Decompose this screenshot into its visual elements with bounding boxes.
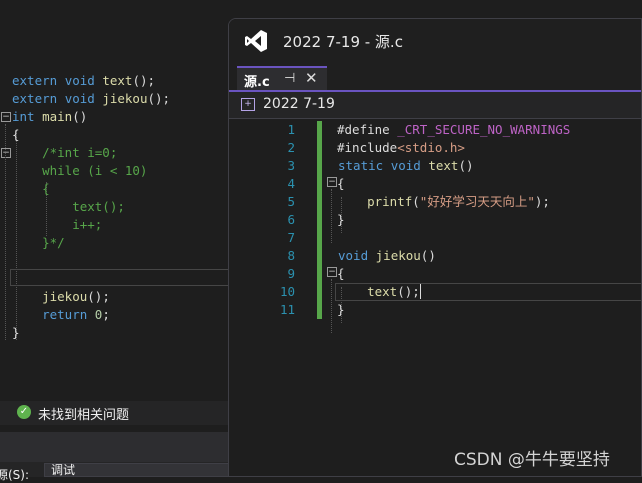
line-number: 1 <box>287 122 295 137</box>
tab-label: 源.c <box>244 75 270 90</box>
line-number: 8 <box>287 248 295 263</box>
pin-icon[interactable]: ⊣ <box>284 71 295 86</box>
output-source-label: 源(S): <box>0 468 30 482</box>
check-circle-icon: ✓ <box>17 405 31 419</box>
floating-editor-window[interactable]: 2022 7-19 - 源.c 源.c ⊣ ✕ + 2022 7-19 1 2 … <box>228 18 642 477</box>
code-line: return 0; <box>42 307 110 322</box>
status-message: 未找到相关问题 <box>38 408 130 423</box>
fold-guide <box>331 189 332 243</box>
line-number: 10 <box>279 284 295 299</box>
current-line-highlight <box>10 269 240 286</box>
code-line: /*int i=0; <box>12 145 118 160</box>
code-line: { <box>337 266 345 281</box>
code-line: static void text() <box>338 158 474 173</box>
output-source-select[interactable]: 调试 <box>44 463 230 477</box>
code-line: { <box>12 181 50 196</box>
code-line: void jiekou() <box>338 248 436 263</box>
code-line: text(); <box>367 284 421 299</box>
project-icon: + <box>241 98 255 111</box>
change-tracking-bar <box>317 121 322 319</box>
code-line: jiekou(); <box>42 289 110 304</box>
line-number: 3 <box>287 158 295 173</box>
watermark: CSDN @牛牛要坚持 <box>454 450 610 470</box>
code-line: #define _CRT_SECURE_NO_WARNINGS <box>337 122 571 137</box>
fold-main-icon[interactable]: − <box>1 112 11 122</box>
window-title: 2022 7-19 - 源.c <box>283 33 403 51</box>
document-tab-strip: 源.c ⊣ ✕ <box>229 63 641 91</box>
output-panel-header <box>0 432 230 462</box>
visual-studio-logo-icon <box>245 30 267 52</box>
line-number: 2 <box>287 140 295 155</box>
code-line: int main() <box>12 109 88 124</box>
code-line: { <box>12 127 20 142</box>
code-editor[interactable]: 1 2 3 4 5 6 7 8 9 10 11 − − #define _CRT… <box>229 119 641 476</box>
code-line: printf("好好学习天天向上"); <box>367 194 550 209</box>
code-line: } <box>12 325 20 340</box>
line-number: 4 <box>287 176 295 191</box>
code-line: i++; <box>12 217 103 232</box>
code-line: extern void jiekou(); <box>12 91 171 106</box>
navigation-bar[interactable]: + 2022 7-19 <box>229 92 641 119</box>
code-line: } <box>337 302 345 317</box>
fold-guide <box>5 124 6 340</box>
code-line: } <box>337 212 345 227</box>
fold-comment-icon[interactable]: − <box>1 148 11 158</box>
code-line: while (i < 10) <box>12 163 148 178</box>
window-title-bar[interactable]: 2022 7-19 - 源.c <box>229 19 641 63</box>
line-number: 11 <box>279 302 295 317</box>
line-number: 6 <box>287 212 295 227</box>
line-number: 5 <box>287 194 295 209</box>
fold-guide <box>331 279 332 333</box>
code-line: { <box>337 176 345 191</box>
code-line: }*/ <box>12 235 65 250</box>
line-number: 7 <box>287 230 295 245</box>
close-icon[interactable]: ✕ <box>305 69 318 87</box>
line-number: 9 <box>287 266 295 281</box>
tab-source-file[interactable]: 源.c ⊣ ✕ <box>237 66 327 91</box>
fold-jiekou-icon[interactable]: − <box>327 267 337 277</box>
project-dropdown[interactable]: 2022 7-19 <box>263 96 335 112</box>
code-line: #include<stdio.h> <box>337 140 465 155</box>
fold-text-icon[interactable]: − <box>327 177 337 187</box>
code-line: text(); <box>12 199 125 214</box>
code-line: extern void text(); <box>12 73 156 88</box>
